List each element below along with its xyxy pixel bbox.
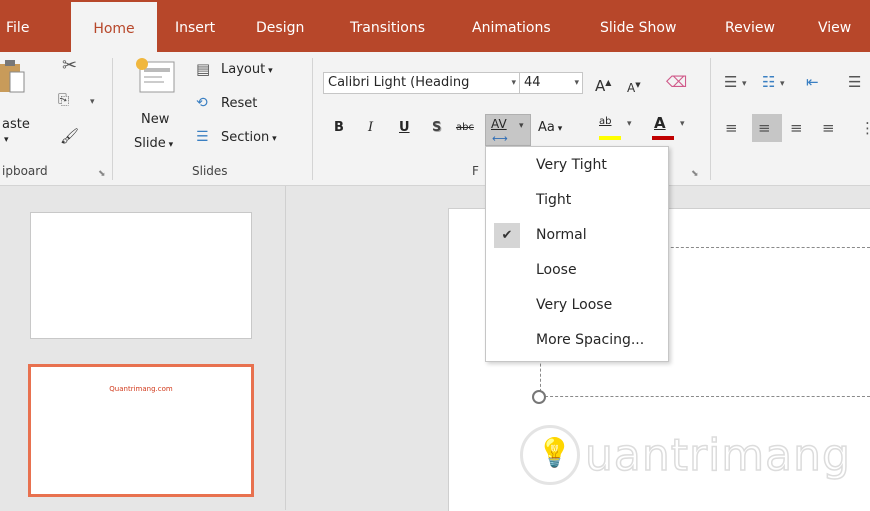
group-divider xyxy=(710,58,711,180)
chevron-down-icon[interactable]: ▾ xyxy=(780,76,785,92)
reset-icon[interactable]: ⟲ xyxy=(196,95,208,111)
new-slide-icon[interactable] xyxy=(134,58,178,94)
shrink-font-icon[interactable]: A▼ xyxy=(627,77,641,96)
reset-button[interactable]: Reset xyxy=(221,96,257,111)
chevron-down-icon: ▾ xyxy=(680,119,685,129)
chevron-down-icon[interactable]: ▾ xyxy=(742,76,747,92)
slide-thumbnail-2[interactable]: Quantrimang.com xyxy=(28,364,254,497)
highlight-button[interactable]: ab ▾ xyxy=(597,114,637,142)
thumbnail-text: Quantrimang.com xyxy=(109,385,173,393)
spacing-arrows-icon: ⟷ xyxy=(492,132,508,145)
copy-icon[interactable]: ⎘ xyxy=(58,92,69,108)
watermark-text: uantrimang xyxy=(584,429,851,482)
menu-item-very-loose[interactable]: Very Loose xyxy=(486,289,666,322)
align-left-icon[interactable]: ≡ xyxy=(725,120,738,136)
underline-button[interactable]: U xyxy=(399,120,410,135)
rotate-handle-icon[interactable] xyxy=(532,390,546,404)
chevron-down-icon: ▾ xyxy=(519,121,524,131)
dialog-launcher-icon[interactable]: ⬊ xyxy=(691,166,699,182)
dialog-launcher-icon[interactable]: ⬊ xyxy=(98,166,106,182)
justify-icon[interactable]: ≡ xyxy=(822,120,835,136)
chevron-down-icon: ▾ xyxy=(627,119,632,129)
font-name-box[interactable]: Calibri Light (Heading ▾ xyxy=(323,72,520,94)
align-center-icon[interactable]: ≡ xyxy=(758,120,771,136)
paste-icon[interactable] xyxy=(0,58,26,96)
character-spacing-button[interactable]: AV ⟷ ▾ xyxy=(485,114,531,146)
spacing-label: AV xyxy=(491,117,507,131)
numbering-icon[interactable]: ☷ xyxy=(762,74,775,90)
group-divider xyxy=(112,58,113,180)
new-slide-label-2[interactable]: Slide ▾ xyxy=(134,136,173,151)
bold-button[interactable]: B xyxy=(334,120,344,135)
group-divider xyxy=(312,58,313,180)
menu-item-very-tight[interactable]: Very Tight xyxy=(486,149,666,182)
italic-button[interactable]: I xyxy=(368,120,373,135)
slides-group-label: Slides xyxy=(192,164,228,178)
placeholder-border-bottom xyxy=(540,396,870,398)
bullets-icon[interactable]: ☰ xyxy=(724,74,737,90)
paste-dropdown-icon[interactable]: ▾ xyxy=(4,135,9,145)
tab-animations[interactable]: Animations xyxy=(472,0,551,52)
layout-icon[interactable]: ▤ xyxy=(196,61,210,77)
section-button[interactable]: Section ▾ xyxy=(221,130,277,145)
font-color-button[interactable]: A ▾ xyxy=(650,114,690,142)
clipboard-group-label: ipboard xyxy=(2,164,48,178)
layout-button[interactable]: Layout ▾ xyxy=(221,62,273,77)
tab-file[interactable]: File xyxy=(6,0,29,52)
watermark-logo-icon: 💡 xyxy=(520,425,580,485)
tab-design[interactable]: Design xyxy=(256,0,304,52)
highlight-color-bar xyxy=(599,136,621,140)
character-spacing-menu: Very Tight Tight ✔ Normal Loose Very Loo… xyxy=(485,146,669,362)
tab-slide-show[interactable]: Slide Show xyxy=(600,0,676,52)
align-right-icon[interactable]: ≡ xyxy=(790,120,803,136)
strikethrough-button[interactable]: abc xyxy=(456,122,474,133)
change-case-button[interactable]: Aa ▾ xyxy=(538,120,562,135)
chevron-down-icon[interactable]: ▾ xyxy=(511,73,516,93)
tab-insert[interactable]: Insert xyxy=(175,0,215,52)
shadow-button[interactable]: S xyxy=(432,120,441,135)
chevron-down-icon[interactable]: ▾ xyxy=(574,73,579,93)
menu-item-normal[interactable]: ✔ Normal xyxy=(486,219,666,252)
tab-home[interactable]: Home xyxy=(71,2,157,52)
section-icon[interactable]: ☰ xyxy=(196,129,209,145)
cut-icon[interactable]: ✂ xyxy=(62,57,77,75)
menu-item-loose[interactable]: Loose xyxy=(486,254,666,287)
menu-item-tight[interactable]: Tight xyxy=(486,184,666,217)
clear-format-icon[interactable]: ⌫ xyxy=(666,74,687,90)
format-painter-icon[interactable]: 🖌 xyxy=(60,128,79,144)
increase-indent-icon[interactable]: ☰ xyxy=(848,74,861,90)
paste-label[interactable]: aste xyxy=(2,117,30,132)
grow-font-icon[interactable]: A▲ xyxy=(595,75,611,94)
font-color-bar xyxy=(652,136,674,140)
tab-review[interactable]: Review xyxy=(725,0,775,52)
ribbon-tab-bar: File Home Insert Design Transitions Anim… xyxy=(0,0,870,52)
copy-dropdown-icon[interactable]: ▾ xyxy=(90,94,95,110)
tab-transitions[interactable]: Transitions xyxy=(350,0,425,52)
font-size-box[interactable]: 44 ▾ xyxy=(519,72,583,94)
slide-thumbnail-1[interactable] xyxy=(30,212,252,339)
font-group-label: F xyxy=(472,164,479,178)
decrease-indent-icon[interactable]: ⇤ xyxy=(806,74,819,90)
menu-item-more-spacing[interactable]: More Spacing... xyxy=(486,324,666,357)
check-icon: ✔ xyxy=(494,223,520,248)
tab-view[interactable]: View xyxy=(818,0,851,52)
new-slide-label[interactable]: New xyxy=(141,112,169,127)
columns-icon[interactable]: ⋮ xyxy=(860,120,870,136)
